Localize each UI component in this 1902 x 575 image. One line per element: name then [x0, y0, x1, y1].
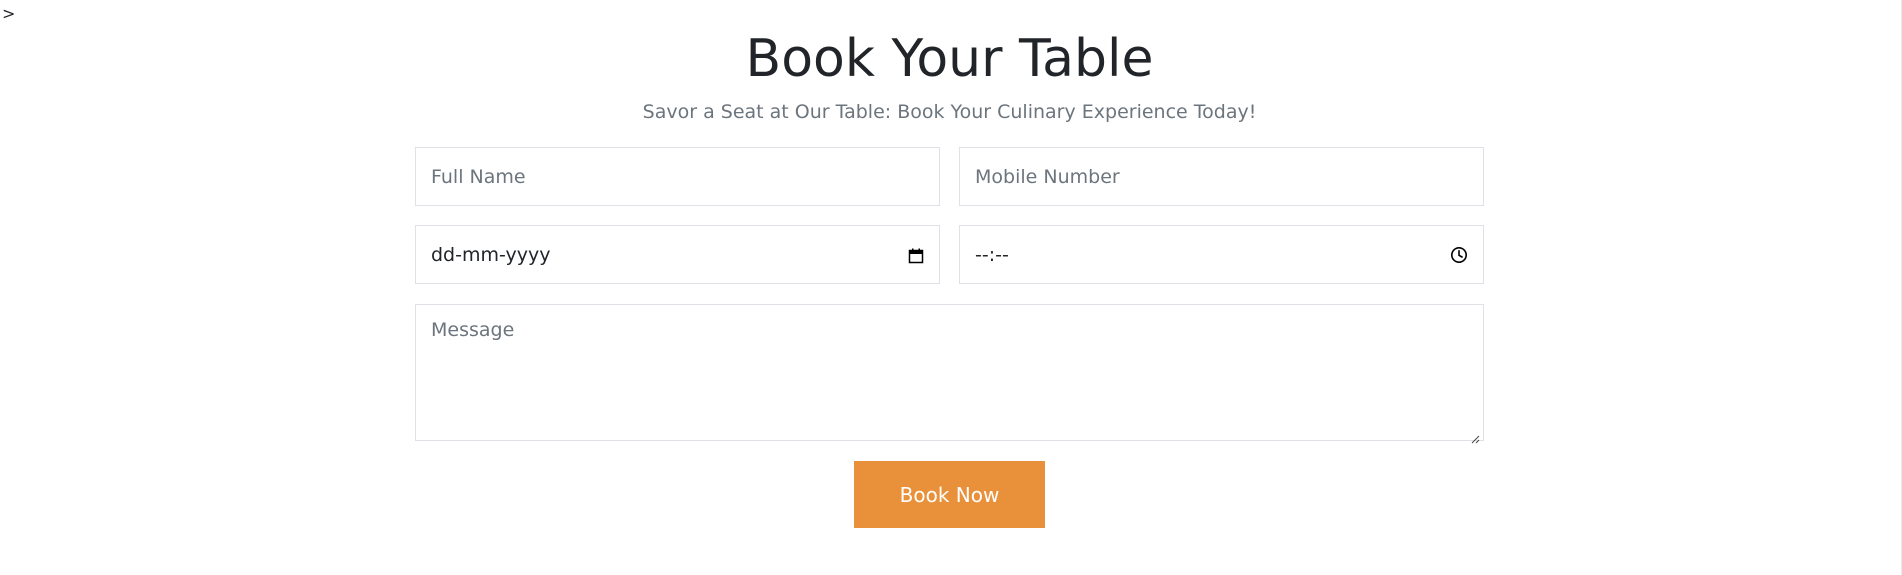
clock-icon[interactable] [1450, 246, 1468, 264]
full-name-input[interactable]: Full Name [415, 147, 940, 206]
message-placeholder: Message [431, 319, 515, 341]
calendar-icon[interactable] [908, 247, 924, 263]
mobile-number-placeholder: Mobile Number [975, 165, 1120, 188]
date-value: dd-mm-yyyy [431, 243, 551, 266]
page-subtitle: Savor a Seat at Our Table: Book Your Cul… [642, 101, 1257, 123]
page: > Book Your Table Savor a Seat at Our Ta… [0, 0, 1902, 575]
date-input[interactable]: dd-mm-yyyy [415, 225, 940, 284]
time-value: --:-- [975, 243, 1009, 266]
mobile-number-input[interactable]: Mobile Number [959, 147, 1484, 206]
resize-grip-icon[interactable] [1470, 427, 1480, 444]
message-textarea[interactable]: Message [415, 304, 1484, 444]
page-title: Book Your Table [745, 29, 1154, 89]
time-input[interactable]: --:-- [959, 225, 1484, 284]
book-now-button[interactable]: Book Now [854, 461, 1045, 528]
stray-text: > [2, 4, 16, 23]
full-name-placeholder: Full Name [431, 165, 526, 188]
